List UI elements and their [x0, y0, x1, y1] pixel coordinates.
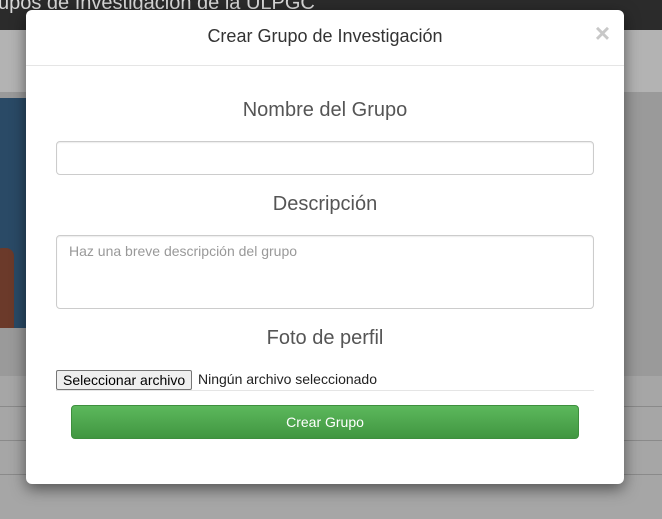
- description-label: Descripción: [272, 193, 378, 215]
- modal-title: Crear Grupo de Investigación: [207, 26, 443, 46]
- create-group-modal: Crear Grupo de Investigación × Nombre de…: [26, 10, 624, 484]
- group-name-input[interactable]: [56, 141, 594, 175]
- description-textarea[interactable]: [56, 235, 594, 309]
- file-status-text: Ningún archivo seleccionado: [198, 371, 377, 387]
- profile-photo-label: Foto de perfil: [266, 327, 384, 349]
- create-group-button[interactable]: Crear Grupo: [71, 405, 579, 439]
- file-picker: Seleccionar archivo Ningún archivo selec…: [56, 370, 594, 391]
- choose-file-button[interactable]: Seleccionar archivo: [56, 370, 193, 390]
- group-name-label: Nombre del Grupo: [242, 99, 408, 121]
- close-icon[interactable]: ×: [595, 20, 610, 46]
- modal-header: Crear Grupo de Investigación ×: [26, 10, 624, 66]
